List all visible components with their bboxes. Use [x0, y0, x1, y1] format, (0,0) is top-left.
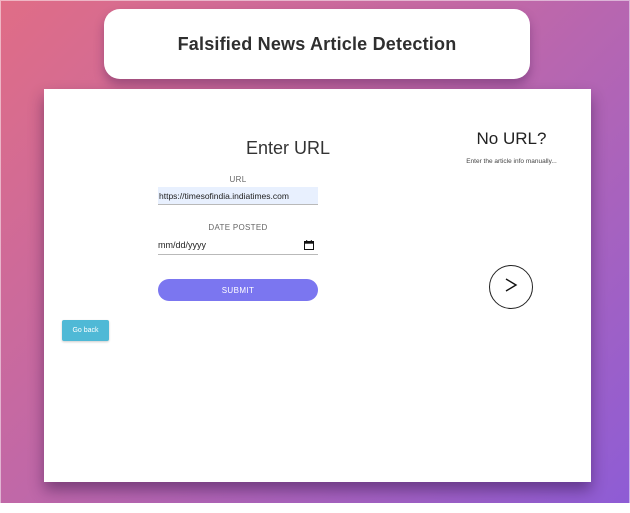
submit-button[interactable]: SUBMIT — [158, 279, 318, 301]
bottom-strip — [0, 503, 630, 513]
go-back-button[interactable]: Go back — [62, 320, 109, 341]
url-input[interactable] — [158, 187, 318, 205]
form-heading: Enter URL — [245, 138, 331, 158]
calendar-icon[interactable] — [304, 239, 314, 250]
date-posted-label: DATE POSTED — [208, 223, 268, 232]
no-url-heading: No URL? — [476, 129, 547, 148]
date-placeholder: mm/dd/yyyy — [158, 239, 207, 250]
main-card: Enter URL URL DATE POSTED mm/dd/yyyy SUB… — [44, 89, 591, 482]
page-title: Falsified News Article Detection — [177, 33, 457, 54]
url-label: URL — [229, 175, 247, 184]
manual-entry-next-button[interactable] — [489, 265, 533, 309]
header-card: Falsified News Article Detection — [104, 9, 530, 79]
date-posted-input[interactable]: mm/dd/yyyy — [158, 235, 318, 255]
arrow-right-icon — [502, 276, 520, 298]
manual-entry-hint: Enter the article info manually... — [466, 158, 557, 165]
